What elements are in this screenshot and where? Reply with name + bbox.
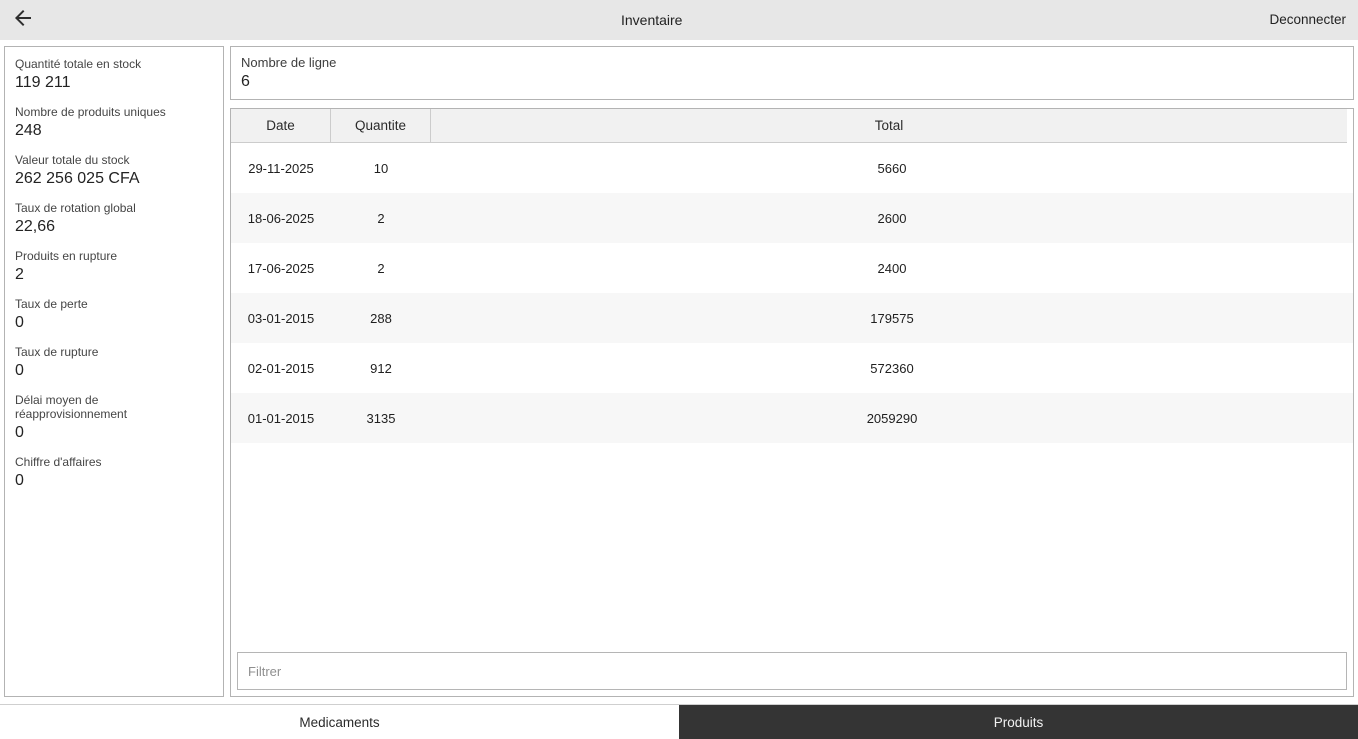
cell-quantity: 3135 — [366, 410, 396, 426]
stat-label: Quantité totale en stock — [15, 57, 142, 71]
cell-quantity: 912 — [370, 360, 392, 376]
filter-field-container — [237, 652, 1347, 690]
stats-panel: Quantité totale en stock 119 211 Nombre … — [4, 46, 224, 697]
inventory-table-panel: Date Quantite Total 29-11-2025 10 5660 1… — [230, 108, 1354, 697]
stat-label: Chiffre d'affaires — [15, 455, 102, 469]
stat-label: Produits en rupture — [15, 249, 118, 263]
stat-label: Taux de perte — [15, 297, 88, 311]
stat-produits-uniques: Nombre de produits uniques 248 — [15, 105, 213, 141]
table-row[interactable]: 02-01-2015 912 572360 — [231, 343, 1353, 393]
stat-taux-perte: Taux de perte 0 — [15, 297, 213, 333]
stat-delai-reappro: Délai moyen de réapprovisionnement 0 — [15, 393, 213, 443]
cell-total: 2400 — [877, 260, 907, 276]
cell-total: 179575 — [870, 310, 914, 326]
cell-total: 2059290 — [866, 410, 918, 426]
cell-quantity: 288 — [370, 310, 392, 326]
filter-input[interactable] — [237, 652, 1347, 690]
stat-label: Taux de rotation global — [15, 201, 136, 215]
stat-value: 262 256 025 CFA — [15, 170, 140, 187]
stat-value: 248 — [15, 122, 42, 139]
stat-label: Valeur totale du stock — [15, 153, 130, 167]
logout-button[interactable]: Deconnecter — [1257, 0, 1358, 40]
stat-value: 0 — [15, 472, 24, 489]
stat-value: 0 — [15, 362, 24, 379]
table-row[interactable]: 01-01-2015 3135 2059290 — [231, 393, 1353, 443]
cell-date: 03-01-2015 — [247, 310, 315, 326]
stat-chiffre-affaires: Chiffre d'affaires 0 — [15, 455, 213, 491]
page-title: Inventaire — [620, 12, 683, 28]
table-row[interactable]: 17-06-2025 2 2400 — [231, 243, 1353, 293]
stat-value: 119 211 — [15, 74, 71, 91]
cell-date: 01-01-2015 — [247, 410, 315, 426]
stat-value: 2 — [15, 266, 24, 283]
table-row[interactable]: 18-06-2025 2 2600 — [231, 193, 1353, 243]
cell-date: 02-01-2015 — [247, 360, 315, 376]
bottom-tab-bar: Medicaments Produits — [0, 704, 1358, 739]
stat-taux-rotation: Taux de rotation global 22,66 — [15, 201, 213, 237]
cell-total: 2600 — [877, 210, 907, 226]
stat-valeur-stock: Valeur totale du stock 262 256 025 CFA — [15, 153, 213, 189]
stat-taux-rupture: Taux de rupture 0 — [15, 345, 213, 381]
stat-produits-rupture: Produits en rupture 2 — [15, 249, 213, 285]
cell-quantity: 2 — [377, 210, 385, 226]
column-header-quantite: Quantite — [331, 109, 431, 142]
column-header-date: Date — [231, 109, 331, 142]
stat-value: 22,66 — [15, 218, 56, 235]
cell-quantity: 10 — [373, 160, 389, 176]
line-count-box: Nombre de ligne 6 — [230, 46, 1354, 100]
stat-value: 0 — [15, 424, 24, 441]
appbar: Inventaire Deconnecter — [0, 0, 1358, 40]
tab-produits[interactable]: Produits — [679, 705, 1358, 739]
back-arrow-icon — [11, 6, 35, 35]
cell-total: 572360 — [870, 360, 914, 376]
line-count-value: 6 — [241, 73, 250, 90]
cell-date: 17-06-2025 — [247, 260, 315, 276]
column-header-total: Total — [874, 118, 904, 133]
table-row[interactable]: 03-01-2015 288 179575 — [231, 293, 1353, 343]
line-count-label: Nombre de ligne — [241, 55, 337, 70]
back-button[interactable] — [0, 0, 46, 40]
table-row[interactable]: 29-11-2025 10 5660 — [231, 143, 1353, 193]
stat-quantite-totale: Quantité totale en stock 119 211 — [15, 57, 213, 93]
cell-quantity: 2 — [377, 260, 385, 276]
stat-label: Nombre de produits uniques — [15, 105, 166, 119]
stat-value: 0 — [15, 314, 24, 331]
stat-label: Délai moyen de réapprovisionnement — [15, 393, 128, 421]
tab-medicaments[interactable]: Medicaments — [0, 705, 679, 739]
cell-total: 5660 — [877, 160, 907, 176]
table-header-row: Date Quantite Total — [231, 109, 1347, 143]
cell-date: 18-06-2025 — [247, 210, 315, 226]
cell-date: 29-11-2025 — [248, 160, 314, 176]
stat-label: Taux de rupture — [15, 345, 99, 359]
